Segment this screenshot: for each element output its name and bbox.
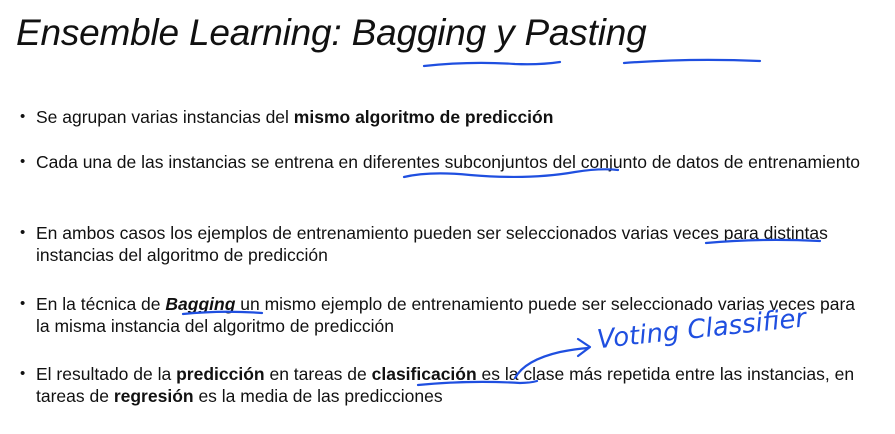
- emphasis-text: regresión: [113, 386, 194, 406]
- bullet-text: El resultado de la predicción en tareas …: [36, 364, 855, 406]
- bullet-item-3: • En ambos casos los ejemplos de entrena…: [20, 222, 870, 266]
- emphasis-text: mismo algoritmo de predicción: [293, 107, 554, 127]
- emphasis-text: predicción: [176, 364, 265, 384]
- emphasis-text: Bagging: [165, 294, 236, 314]
- bullet-text: Se agrupan varias instancias del mismo a…: [36, 107, 554, 127]
- bullet-dot: •: [20, 153, 26, 170]
- bullet-dot: •: [20, 224, 26, 241]
- bullet-dot: •: [20, 295, 26, 312]
- bullet-text: En la técnica de Bagging un mismo ejempl…: [36, 294, 856, 336]
- bullet-list: • Se agrupan varias instancias del mismo…: [0, 0, 895, 434]
- bullet-dot: •: [20, 365, 26, 382]
- bullet-item-2: • Cada una de las instancias se entrena …: [20, 151, 870, 173]
- bullet-dot: •: [20, 108, 26, 125]
- bullet-text: Cada una de las instancias se entrena en…: [36, 152, 861, 172]
- bullet-item-5: • El resultado de la predicción en tarea…: [20, 363, 870, 407]
- bullet-item-1: • Se agrupan varias instancias del mismo…: [20, 106, 870, 128]
- bullet-text: En ambos casos los ejemplos de entrenami…: [36, 223, 828, 265]
- bullet-item-4: • En la técnica de Bagging un mismo ejem…: [20, 293, 870, 337]
- emphasis-text: clasificación: [371, 364, 477, 384]
